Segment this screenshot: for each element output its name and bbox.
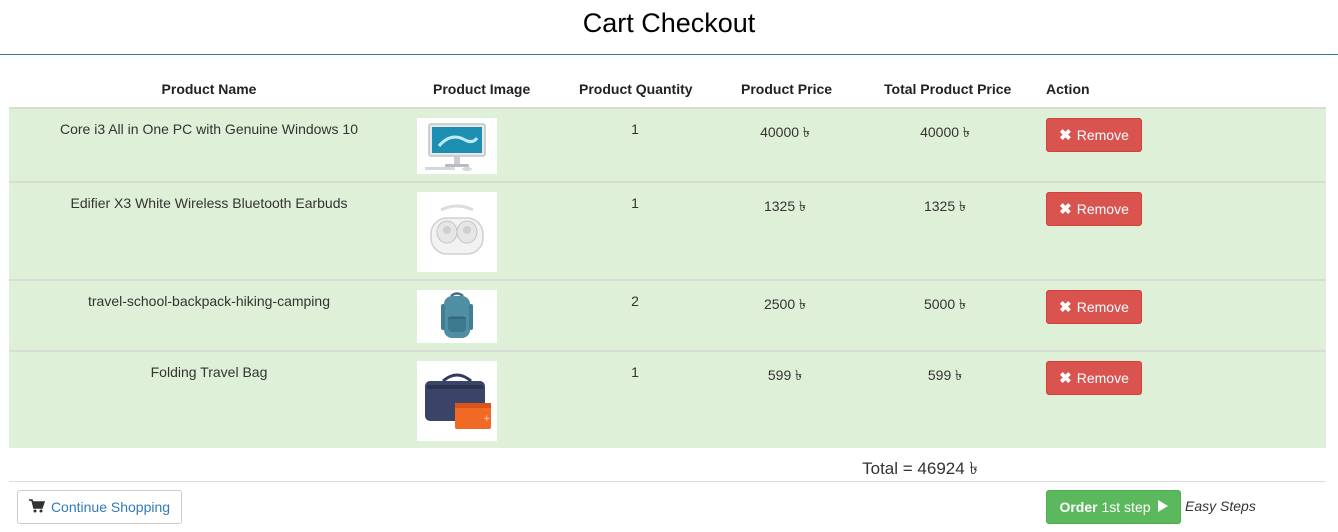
play-arrow-icon xyxy=(1157,499,1168,515)
product-total-price: 5000 ৳ xyxy=(923,296,966,312)
header-product-quantity: Product Quantity xyxy=(579,81,693,97)
header-product-price: Product Price xyxy=(741,81,833,97)
order-label-step: 1st step xyxy=(1101,499,1151,515)
remove-button[interactable]: ✖ Remove xyxy=(1046,290,1142,324)
backpack-image xyxy=(417,290,497,343)
all-in-one-pc-image xyxy=(417,118,497,174)
table-row: Core i3 All in One PC with Genuine Windo… xyxy=(9,107,1326,182)
svg-text:+: + xyxy=(483,414,491,424)
table-row: Edifier X3 White Wireless Bluetooth Earb… xyxy=(9,181,1326,280)
cart-total: Total = 46924 ৳ xyxy=(862,459,978,478)
page-title: Cart Checkout xyxy=(582,8,756,38)
remove-label: Remove xyxy=(1076,127,1129,143)
title-divider xyxy=(0,54,1338,55)
product-price: 40000 ৳ xyxy=(760,124,810,140)
header-action: Action xyxy=(1046,81,1090,97)
easy-steps-note: Easy Steps xyxy=(1185,498,1256,514)
product-name: travel-school-backpack-hiking-camping xyxy=(88,293,330,309)
close-icon: ✖ xyxy=(1059,299,1072,316)
product-total-price: 40000 ৳ xyxy=(920,124,970,140)
remove-label: Remove xyxy=(1076,370,1129,386)
continue-shopping-button[interactable]: Continue Shopping xyxy=(17,490,182,524)
header-total-product-price: Total Product Price xyxy=(884,81,1012,97)
remove-button[interactable]: ✖ Remove xyxy=(1046,192,1142,226)
order-first-step-button[interactable]: Order 1st step xyxy=(1046,490,1181,524)
product-quantity: 2 xyxy=(631,293,639,309)
product-price: 599 ৳ xyxy=(767,367,803,383)
order-label-bold: Order xyxy=(1059,499,1098,515)
remove-label: Remove xyxy=(1076,299,1129,315)
product-total-price: 599 ৳ xyxy=(927,367,963,383)
travel-bag-image: + xyxy=(417,361,497,441)
remove-button[interactable]: ✖ Remove xyxy=(1046,361,1142,395)
product-price: 1325 ৳ xyxy=(763,198,806,214)
product-name: Core i3 All in One PC with Genuine Windo… xyxy=(59,121,359,137)
remove-button[interactable]: ✖ Remove xyxy=(1046,118,1142,152)
remove-label: Remove xyxy=(1076,201,1129,217)
continue-shopping-label: Continue Shopping xyxy=(50,499,171,515)
earbuds-image xyxy=(417,192,497,272)
product-quantity: 1 xyxy=(631,364,639,380)
header-product-image: Product Image xyxy=(433,81,531,97)
product-price: 2500 ৳ xyxy=(763,296,806,312)
product-quantity: 1 xyxy=(631,195,639,211)
shopping-cart-icon xyxy=(28,498,46,516)
close-icon: ✖ xyxy=(1059,127,1072,144)
product-total-price: 1325 ৳ xyxy=(923,198,966,214)
close-icon: ✖ xyxy=(1059,370,1072,387)
close-icon: ✖ xyxy=(1059,201,1072,218)
header-product-name: Product Name xyxy=(161,81,257,97)
footer-divider xyxy=(9,481,1326,482)
table-row: travel-school-backpack-hiking-camping 2 … xyxy=(9,279,1326,351)
table-row: Folding Travel Bag + 1 599 ৳ 599 ৳ ✖ Rem… xyxy=(9,350,1326,448)
product-quantity: 1 xyxy=(631,121,639,137)
product-name: Edifier X3 White Wireless Bluetooth Earb… xyxy=(70,195,348,211)
product-name: Folding Travel Bag xyxy=(150,364,268,380)
